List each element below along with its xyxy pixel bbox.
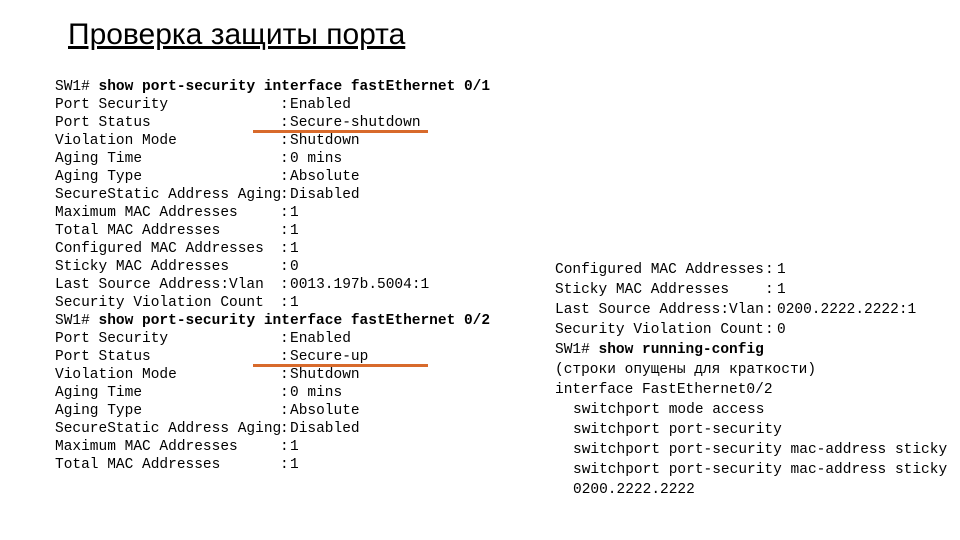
row-value: 1: [290, 222, 299, 240]
row-value: Disabled: [290, 186, 360, 204]
row-label: Security Violation Count: [55, 294, 280, 312]
row-label: Total MAC Addresses: [55, 222, 280, 240]
row-value: Enabled: [290, 96, 351, 114]
output-row: Security Violation Count: 1: [55, 294, 490, 312]
row-value: 1: [290, 294, 299, 312]
output-row: Aging Time: 0 mins: [55, 384, 490, 402]
prompt: SW1#: [55, 79, 99, 95]
interface-line: interface FastEthernet0/2: [555, 380, 960, 400]
output-row: Total MAC Addresses: 1: [55, 222, 490, 240]
prompt: SW1#: [555, 342, 599, 358]
row-value: 0: [290, 258, 299, 276]
output-row: SecureStatic Address Aging: Disabled: [55, 420, 490, 438]
output-row: Port Security: Enabled: [55, 96, 490, 114]
row-label: Violation Mode: [55, 132, 280, 150]
command-line-2: SW1# show port-security interface fastEt…: [55, 312, 490, 330]
output-row: Port Security: Enabled: [55, 330, 490, 348]
row-value: Enabled: [290, 330, 351, 348]
output-row: Aging Type: Absolute: [55, 402, 490, 420]
row-label: Aging Type: [55, 168, 280, 186]
row-label: Port Status: [55, 348, 280, 366]
row-label: Configured MAC Addresses: [555, 260, 765, 280]
config-line: switchport port-security mac-address sti…: [555, 460, 960, 500]
row-value: 1: [290, 204, 299, 222]
row-label: Aging Time: [55, 384, 280, 402]
row-value: 0013.197b.5004:1: [290, 276, 429, 294]
row-label: Aging Time: [55, 150, 280, 168]
output-row: Last Source Address:Vlan: 0013.197b.5004…: [55, 276, 490, 294]
row-label: Aging Type: [55, 402, 280, 420]
output-row: Violation Mode: Shutdown: [55, 132, 490, 150]
output-row: Last Source Address:Vlan: 0200.2222.2222…: [555, 300, 960, 320]
output-row: Sticky MAC Addresses: 0: [55, 258, 490, 276]
output-row: Port Status: Secure-shutdown: [55, 114, 490, 132]
row-label: SecureStatic Address Aging: [55, 420, 280, 438]
output-row: Total MAC Addresses: 1: [55, 456, 490, 474]
config-line: switchport port-security: [555, 420, 960, 440]
row-value: 1: [777, 260, 786, 280]
row-label: Maximum MAC Addresses: [55, 438, 280, 456]
row-label: Configured MAC Addresses: [55, 240, 280, 258]
row-label: Security Violation Count: [555, 320, 765, 340]
output-row: Security Violation Count: 0: [555, 320, 960, 340]
config-line: switchport mode access: [555, 400, 960, 420]
row-label: Total MAC Addresses: [55, 456, 280, 474]
row-value: Secure-up: [290, 348, 368, 366]
row-value: 0200.2222.2222:1: [777, 300, 916, 320]
row-value: Absolute: [290, 402, 360, 420]
row-value: Secure-shutdown: [290, 114, 421, 132]
config-line: switchport port-security mac-address sti…: [555, 440, 960, 460]
terminal-right: Configured MAC Addresses: 1 Sticky MAC A…: [555, 260, 960, 500]
command-text: show running-config: [599, 342, 764, 358]
row-value: 0 mins: [290, 384, 342, 402]
output-row: Aging Type: Absolute: [55, 168, 490, 186]
output-row: Violation Mode: Shutdown: [55, 366, 490, 384]
command-line-1: SW1# show port-security interface fastEt…: [55, 78, 490, 96]
row-label: Last Source Address:Vlan: [55, 276, 280, 294]
row-value: 1: [290, 456, 299, 474]
row-label: Sticky MAC Addresses: [55, 258, 280, 276]
row-label: Port Status: [55, 114, 280, 132]
terminal-left: SW1# show port-security interface fastEt…: [55, 78, 490, 474]
row-label: Sticky MAC Addresses: [555, 280, 765, 300]
row-label: SecureStatic Address Aging: [55, 186, 280, 204]
output-row: Maximum MAC Addresses: 1: [55, 438, 490, 456]
prompt: SW1#: [55, 313, 99, 329]
command-text: show port-security interface fastEtherne…: [99, 79, 491, 95]
row-value: Shutdown: [290, 366, 360, 384]
command-line-3: SW1# show running-config: [555, 340, 960, 360]
row-value: 0: [777, 320, 786, 340]
row-label: Port Security: [55, 96, 280, 114]
output-row: Sticky MAC Addresses: 1: [555, 280, 960, 300]
row-value: Absolute: [290, 168, 360, 186]
row-value: Disabled: [290, 420, 360, 438]
row-label: Maximum MAC Addresses: [55, 204, 280, 222]
page-title: Проверка защиты порта: [68, 18, 405, 52]
row-label: Last Source Address:Vlan: [555, 300, 765, 320]
output-row: SecureStatic Address Aging: Disabled: [55, 186, 490, 204]
output-row: Configured MAC Addresses: 1: [555, 260, 960, 280]
output-row: Maximum MAC Addresses: 1: [55, 204, 490, 222]
row-label: Port Security: [55, 330, 280, 348]
row-label: Violation Mode: [55, 366, 280, 384]
row-value: 1: [290, 438, 299, 456]
output-row: Configured MAC Addresses: 1: [55, 240, 490, 258]
command-text: show port-security interface fastEtherne…: [99, 313, 491, 329]
row-value: 1: [290, 240, 299, 258]
output-row: Port Status: Secure-up: [55, 348, 490, 366]
row-value: 0 mins: [290, 150, 342, 168]
comment-line: (строки опущены для краткости): [555, 360, 960, 380]
output-row: Aging Time: 0 mins: [55, 150, 490, 168]
row-value: Shutdown: [290, 132, 360, 150]
row-value: 1: [777, 280, 786, 300]
